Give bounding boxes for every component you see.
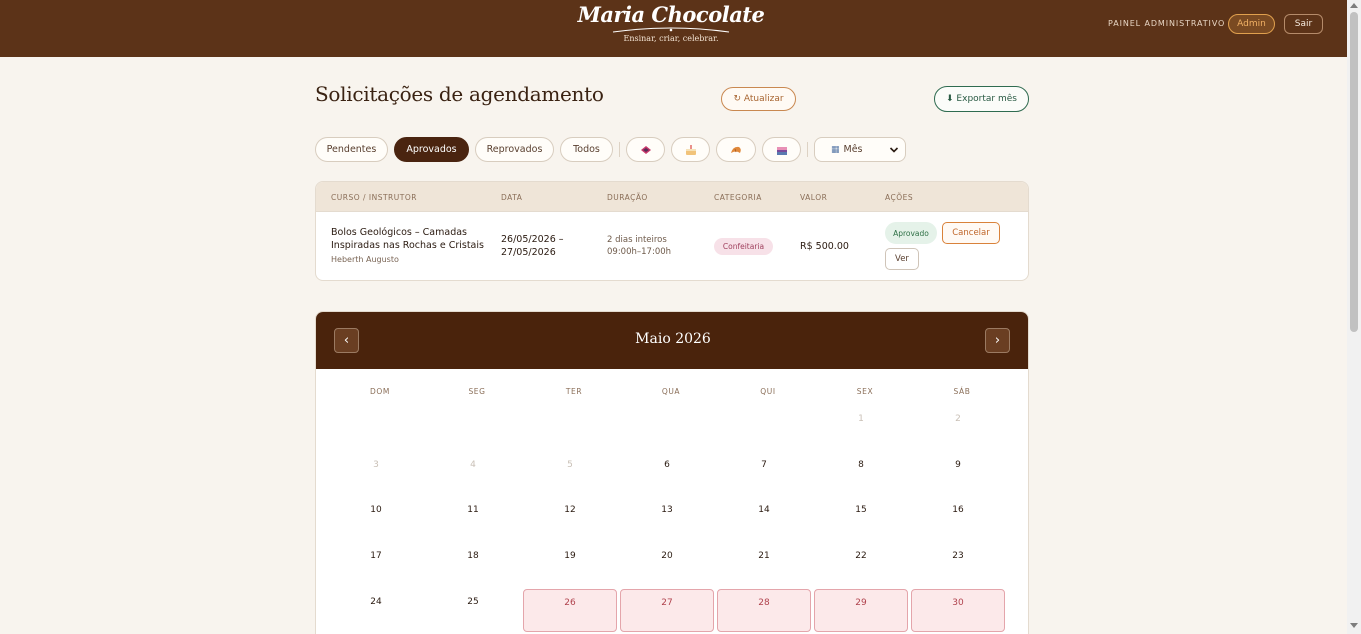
brand-tagline: Ensinar, criar, celebrar. xyxy=(623,34,719,43)
status-badge: Aprovado xyxy=(885,222,937,244)
calendar-day-22[interactable]: 22 xyxy=(814,543,908,586)
weekday-dom: DOM xyxy=(370,387,390,396)
course-value: R$ 500.00 xyxy=(800,241,849,252)
calendar-day-17[interactable]: 17 xyxy=(329,543,423,586)
calendar-day-11[interactable]: 11 xyxy=(426,497,520,540)
calendar-day-26[interactable]: 26 xyxy=(523,589,617,632)
refresh-button[interactable]: ↻ Atualizar xyxy=(721,87,796,111)
duration-hours: 09:00h–17:00h xyxy=(607,247,672,257)
calendar-day-27[interactable]: 27 xyxy=(620,589,714,632)
column-date: DATA xyxy=(501,193,523,202)
category-layer-cake-button[interactable] xyxy=(762,137,801,162)
calendar-day-14[interactable]: 14 xyxy=(717,497,811,540)
requests-table: CURSO / INSTRUTOR DATA DURAÇÃO CATEGORIA… xyxy=(315,181,1029,281)
brand-name: Maria Chocolate xyxy=(577,2,765,27)
calendar-day-21[interactable]: 21 xyxy=(717,543,811,586)
scroll-down-arrow-icon[interactable] xyxy=(1350,623,1358,628)
chevron-right-icon: › xyxy=(994,333,1001,348)
filter-reprovados[interactable]: Reprovados xyxy=(475,137,554,162)
chocolate-icon xyxy=(640,145,651,154)
scrollbar-thumb[interactable] xyxy=(1350,12,1358,332)
logout-button[interactable]: Sair xyxy=(1284,14,1323,34)
calendar-day-3[interactable]: 3 xyxy=(329,452,423,495)
page-title: Solicitações de agendamento xyxy=(315,82,604,106)
calendar-title: Maio 2026 xyxy=(635,331,711,347)
layer-cake-icon xyxy=(776,146,787,155)
croissant-icon xyxy=(731,146,741,153)
calendar-header: ‹ Maio 2026 › xyxy=(316,312,1028,369)
column-course: CURSO / INSTRUTOR xyxy=(331,193,417,202)
calendar-day-8[interactable]: 8 xyxy=(814,452,908,495)
filter-divider xyxy=(619,142,620,157)
calendar-day-12[interactable]: 12 xyxy=(523,497,617,540)
calendar-day-7[interactable]: 7 xyxy=(717,452,811,495)
category-badge: Confeitaria xyxy=(714,238,773,255)
calendar-day-2[interactable]: 2 xyxy=(911,406,1005,449)
calendar-day-1[interactable]: 1 xyxy=(814,406,908,449)
date-line2: 27/05/2026 xyxy=(501,247,556,258)
instructor-name: Heberth Augusto xyxy=(331,255,399,264)
course-title-line2: Inspiradas nas Rochas e Cristais xyxy=(331,240,484,251)
calendar-day-24[interactable]: 24 xyxy=(329,589,423,632)
weekday-seg: SEG xyxy=(468,387,486,396)
calendar-day-20[interactable]: 20 xyxy=(620,543,714,586)
cancel-button[interactable]: Cancelar xyxy=(942,222,1000,244)
calendar-day-13[interactable]: 13 xyxy=(620,497,714,540)
course-title-line1: Bolos Geológicos – Camadas xyxy=(331,227,467,238)
calendar-day-19[interactable]: 19 xyxy=(523,543,617,586)
calendar-day-23[interactable]: 23 xyxy=(911,543,1005,586)
category-chocolate-button[interactable] xyxy=(626,137,665,162)
scroll-up-arrow-icon[interactable] xyxy=(1350,3,1358,8)
calendar-icon: ▦ xyxy=(831,144,840,155)
filter-todos[interactable]: Todos xyxy=(560,137,613,162)
calendar: ‹ Maio 2026 › DOM SEG TER QUA QUI SEX SÁB 1234… xyxy=(315,311,1029,634)
column-duration: DURAÇÃO xyxy=(607,193,648,202)
weekday-ter: TER xyxy=(565,387,583,396)
calendar-day-15[interactable]: 15 xyxy=(814,497,908,540)
column-actions: AÇÕES xyxy=(885,193,914,202)
calendar-day-4[interactable]: 4 xyxy=(426,452,520,495)
view-button[interactable]: Ver xyxy=(885,248,919,270)
view-select[interactable]: ▦ Mês xyxy=(814,137,906,162)
cake-icon xyxy=(685,144,696,155)
category-croissant-button[interactable] xyxy=(716,137,756,162)
calendar-day-6[interactable]: 6 xyxy=(620,452,714,495)
admin-button[interactable]: Admin xyxy=(1228,14,1275,34)
calendar-day-25[interactable]: 25 xyxy=(426,589,520,632)
weekday-qui: QUI xyxy=(760,387,776,396)
calendar-day-10[interactable]: 10 xyxy=(329,497,423,540)
chevron-down-icon xyxy=(889,147,899,153)
calendar-day-5[interactable]: 5 xyxy=(523,452,617,495)
filter-divider xyxy=(807,142,808,157)
calendar-day-18[interactable]: 18 xyxy=(426,543,520,586)
calendar-day-30[interactable]: 30 xyxy=(911,589,1005,632)
calendar-day-16[interactable]: 16 xyxy=(911,497,1005,540)
next-month-button[interactable]: › xyxy=(985,328,1010,353)
column-category: CATEGORIA xyxy=(714,193,762,202)
weekday-sáb: SÁB xyxy=(953,387,971,396)
weekday-sex: SEX xyxy=(856,387,874,396)
calendar-day-9[interactable]: 9 xyxy=(911,452,1005,495)
date-line1: 26/05/2026 – xyxy=(501,234,564,245)
weekday-qua: QUA xyxy=(661,387,681,396)
view-select-value: Mês xyxy=(843,144,863,155)
calendar-day-29[interactable]: 29 xyxy=(814,589,908,632)
category-cake-button[interactable] xyxy=(671,137,710,162)
scrollbar[interactable] xyxy=(1347,0,1361,634)
column-value: VALOR xyxy=(800,193,828,202)
export-month-button[interactable]: ⬇ Exportar mês xyxy=(934,86,1029,112)
top-bar: Maria Chocolate Ensinar, criar, celebrar… xyxy=(0,0,1347,57)
brand-logo[interactable]: Maria Chocolate Ensinar, criar, celebrar… xyxy=(560,2,782,44)
calendar-day-28[interactable]: 28 xyxy=(717,589,811,632)
filter-pendentes[interactable]: Pendentes xyxy=(315,137,388,162)
filter-aprovados[interactable]: Aprovados xyxy=(394,137,469,162)
panel-label: PAINEL ADMINISTRATIVO xyxy=(1108,19,1226,28)
table-header: CURSO / INSTRUTOR DATA DURAÇÃO CATEGORIA… xyxy=(316,182,1028,212)
